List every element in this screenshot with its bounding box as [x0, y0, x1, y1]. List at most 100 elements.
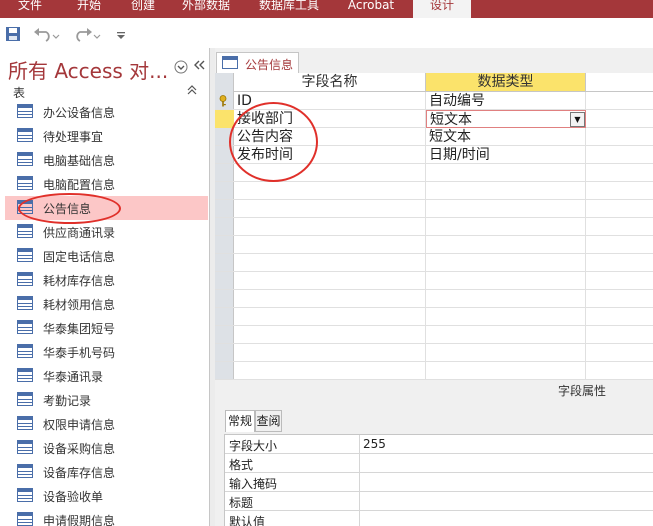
nav-item-table[interactable]: 办公设备信息 — [5, 100, 208, 124]
tab-acrobat[interactable]: Acrobat — [346, 0, 396, 18]
tab-create[interactable]: 创建 — [129, 0, 157, 18]
nav-item-table[interactable]: 华泰手机号码 — [5, 340, 208, 364]
row-selector[interactable] — [215, 218, 234, 236]
data-type-cell[interactable] — [426, 236, 586, 254]
field-row[interactable] — [215, 200, 653, 218]
field-name-cell[interactable] — [234, 326, 426, 344]
table-icon — [17, 128, 33, 142]
field-name-cell[interactable] — [234, 218, 426, 236]
nav-item-table[interactable]: 耗材库存信息 — [5, 268, 208, 292]
nav-item-table[interactable]: 设备库存信息 — [5, 460, 208, 484]
row-selector[interactable] — [215, 272, 234, 290]
tab-external-data[interactable]: 外部数据 — [181, 0, 231, 18]
dropdown-arrow-icon[interactable]: ▼ — [570, 112, 585, 127]
data-type-cell[interactable] — [426, 272, 586, 290]
property-value[interactable] — [359, 454, 653, 473]
field-name-cell[interactable] — [234, 272, 426, 290]
property-value[interactable] — [359, 473, 653, 492]
nav-item-table[interactable]: 固定电话信息 — [5, 244, 208, 268]
nav-pane-title[interactable]: 所有 Access 对... — [8, 55, 168, 84]
chevron-down-icon[interactable] — [174, 60, 188, 74]
row-selector[interactable] — [215, 308, 234, 326]
property-row[interactable]: 字段大小 255 — [225, 435, 653, 454]
chevron-up-icon[interactable] — [186, 84, 198, 96]
row-selector[interactable] — [215, 254, 234, 272]
nav-item-table[interactable]: 待处理事宜 — [5, 124, 208, 148]
tab-file[interactable]: 文件 — [0, 0, 60, 18]
field-row[interactable] — [215, 218, 653, 236]
data-type-cell[interactable] — [426, 182, 586, 200]
field-row[interactable] — [215, 272, 653, 290]
nav-item-table[interactable]: 考勤记录 — [5, 388, 208, 412]
nav-item-table[interactable]: 耗材领用信息 — [5, 292, 208, 316]
data-type-cell[interactable] — [426, 254, 586, 272]
field-name-cell[interactable] — [234, 200, 426, 218]
field-name-cell[interactable] — [234, 290, 426, 308]
field-row[interactable] — [215, 254, 653, 272]
field-name-cell[interactable] — [234, 344, 426, 362]
nav-item-table[interactable]: 华泰集团短号 — [5, 316, 208, 340]
nav-item-table[interactable]: 电脑配置信息 — [5, 172, 208, 196]
field-name-cell[interactable] — [234, 254, 426, 272]
tab-general[interactable]: 常规 — [225, 410, 255, 432]
property-row[interactable]: 输入掩码 — [225, 473, 653, 492]
tab-database-tools[interactable]: 数据库工具 — [258, 0, 320, 18]
document-tab[interactable]: 公告信息 — [216, 52, 299, 73]
field-row[interactable] — [215, 326, 653, 344]
property-row[interactable]: 格式 — [225, 454, 653, 473]
data-type-cell[interactable] — [426, 164, 586, 182]
data-type-cell[interactable] — [426, 344, 586, 362]
nav-item-table[interactable]: 设备采购信息 — [5, 436, 208, 460]
redo-icon[interactable] — [74, 26, 102, 42]
field-row[interactable] — [215, 344, 653, 362]
data-type-cell[interactable] — [426, 362, 586, 380]
customize-toolbar-icon[interactable] — [116, 26, 126, 42]
field-row[interactable] — [215, 362, 653, 380]
nav-item-table[interactable]: 电脑基础信息 — [5, 148, 208, 172]
property-row[interactable]: 标题 — [225, 492, 653, 511]
row-selector[interactable] — [215, 236, 234, 254]
data-type-cell[interactable] — [426, 200, 586, 218]
data-type-cell[interactable] — [426, 326, 586, 344]
field-name-cell[interactable] — [234, 362, 426, 380]
nav-item-table[interactable]: 申请假期信息 — [5, 508, 208, 526]
row-selector[interactable] — [215, 92, 234, 110]
nav-item-table[interactable]: 权限申请信息 — [5, 412, 208, 436]
data-type-cell[interactable] — [426, 308, 586, 326]
row-selector[interactable] — [215, 344, 234, 362]
property-value[interactable]: 255 — [359, 435, 653, 454]
nav-group-header[interactable]: 表 — [13, 84, 25, 101]
property-row[interactable]: 默认值 — [225, 511, 653, 526]
field-name-cell[interactable] — [234, 182, 426, 200]
row-selector[interactable] — [215, 326, 234, 344]
save-icon[interactable] — [5, 26, 21, 42]
tab-lookup[interactable]: 查阅 — [255, 410, 282, 432]
field-row[interactable] — [215, 308, 653, 326]
row-selector[interactable] — [215, 110, 234, 128]
undo-icon[interactable] — [33, 26, 61, 42]
field-row[interactable] — [215, 182, 653, 200]
nav-item-table[interactable]: 设备验收单 — [5, 484, 208, 508]
row-selector[interactable] — [215, 182, 234, 200]
data-type-cell[interactable]: 日期/时间 — [426, 146, 586, 164]
nav-item-table[interactable]: 华泰通讯录 — [5, 364, 208, 388]
tab-design[interactable]: 设计 — [413, 0, 471, 18]
row-selector[interactable] — [215, 362, 234, 380]
property-value[interactable] — [359, 492, 653, 511]
row-selector[interactable] — [215, 164, 234, 182]
property-value[interactable] — [359, 511, 653, 526]
data-type-cell[interactable] — [426, 218, 586, 236]
data-type-cell[interactable] — [426, 290, 586, 308]
row-selector[interactable] — [215, 290, 234, 308]
collapse-pane-icon[interactable] — [193, 57, 205, 73]
field-name-cell[interactable] — [234, 308, 426, 326]
data-type-cell[interactable]: 短文本 ▼ — [426, 110, 586, 128]
data-type-cell[interactable]: 短文本 — [426, 128, 586, 146]
field-row[interactable] — [215, 236, 653, 254]
tab-home[interactable]: 开始 — [75, 0, 103, 18]
field-row[interactable] — [215, 290, 653, 308]
field-name-cell[interactable] — [234, 236, 426, 254]
nav-item-table[interactable]: 供应商通讯录 — [5, 220, 208, 244]
row-selector[interactable] — [215, 200, 234, 218]
data-type-cell[interactable]: 自动编号 — [426, 92, 586, 110]
